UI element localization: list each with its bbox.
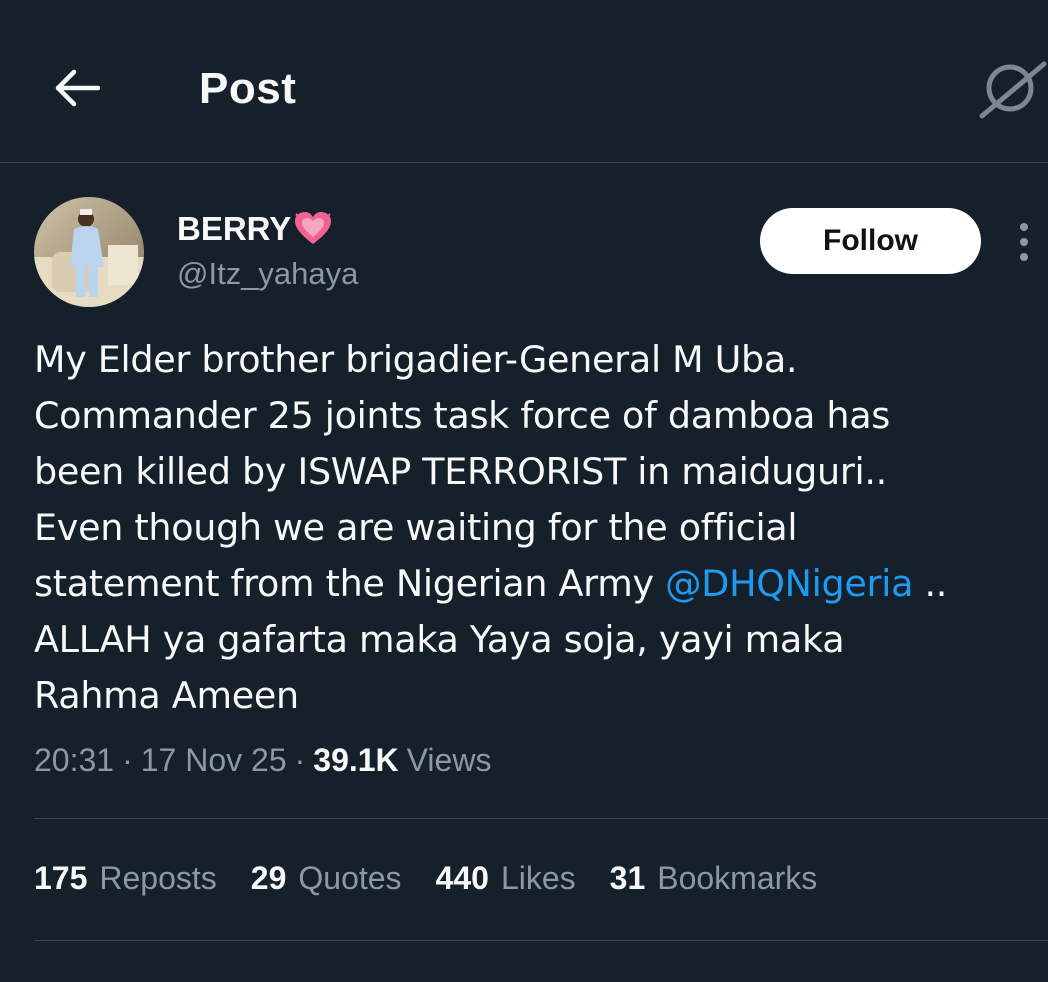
page-title: Post	[199, 64, 297, 113]
engagement-stats: 175 Reposts 29 Quotes 440 Likes 31 Bookmarks	[34, 860, 851, 897]
more-dot-icon	[1020, 238, 1028, 246]
divider	[34, 818, 1048, 819]
post-date[interactable]: 17 Nov 25	[141, 742, 287, 779]
grok-button[interactable]	[978, 58, 1048, 120]
views-label: Views	[406, 742, 492, 778]
reposts-count: 175	[34, 860, 88, 896]
quotes-label: Quotes	[298, 860, 402, 896]
top-bar: Post	[0, 0, 1048, 163]
divider	[34, 940, 1048, 941]
more-dot-icon	[1020, 223, 1028, 231]
display-name[interactable]: BERRY	[177, 210, 333, 248]
quotes-stat[interactable]: 29 Quotes	[251, 860, 402, 897]
follow-button[interactable]: Follow	[760, 208, 981, 274]
avatar[interactable]	[34, 197, 144, 307]
reposts-stat[interactable]: 175 Reposts	[34, 860, 217, 897]
more-options-button[interactable]	[1010, 220, 1038, 264]
quotes-count: 29	[250, 860, 287, 896]
bookmarks-label: Bookmarks	[657, 860, 818, 896]
grok-icon	[979, 61, 1047, 119]
mention-link[interactable]: @DHQNigeria	[665, 562, 913, 605]
likes-stat[interactable]: 440 Likes	[436, 860, 576, 897]
likes-count: 440	[435, 860, 489, 896]
likes-label: Likes	[500, 860, 576, 896]
back-button[interactable]	[44, 56, 108, 120]
more-dot-icon	[1020, 253, 1028, 261]
meta-separator: ·	[122, 742, 133, 778]
bookmarks-stat[interactable]: 31 Bookmarks	[610, 860, 818, 897]
post-page: Post BERRY @Itz_yahaya Follow My Elder b…	[0, 0, 1048, 982]
display-name-text: BERRY	[177, 210, 292, 247]
sparkling-heart-icon	[295, 212, 332, 244]
post-text: My Elder brother brigadier-General M Uba…	[34, 332, 1024, 724]
profile-photo	[34, 197, 144, 307]
post-meta: 20:31 · 17 Nov 25 · 39.1K Views	[34, 742, 491, 779]
arrow-left-icon	[55, 69, 100, 107]
meta-separator: ·	[294, 742, 306, 778]
views-count[interactable]: 39.1K	[313, 742, 398, 779]
bookmarks-count: 31	[609, 860, 646, 896]
user-handle[interactable]: @Itz_yahaya	[177, 256, 358, 292]
post-time[interactable]: 20:31	[34, 742, 114, 779]
reposts-label: Reposts	[99, 860, 217, 896]
